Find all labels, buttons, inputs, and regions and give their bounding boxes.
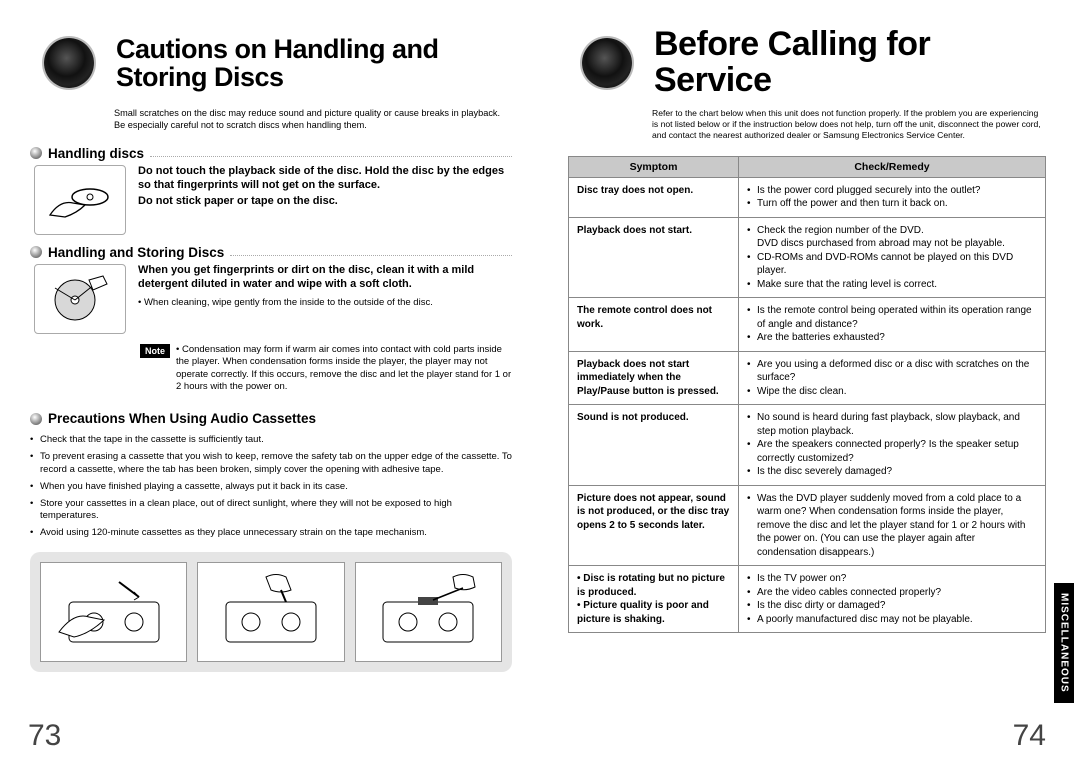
- note-row: Note • Condensation may form if warm air…: [140, 344, 512, 393]
- page-title-left: Cautions on Handling and Storing Discs: [116, 35, 512, 92]
- symptom-cell: The remote control does not work.: [569, 298, 739, 352]
- storing-row: When you get fingerprints or dirt on the…: [30, 264, 512, 334]
- list-item: •When you have finished playing a casset…: [30, 481, 512, 494]
- page-left: Cautions on Handling and Storing Discs S…: [0, 0, 540, 763]
- symptom-cell: • Disc is rotating but no picture is pro…: [569, 566, 739, 633]
- dotted-rule: [230, 248, 512, 256]
- symptom-cell: Disc tray does not open.: [569, 177, 739, 217]
- remedy-cell: •Check the region number of the DVD. DVD…: [739, 217, 1046, 298]
- symptom-cell: Playback does not start immediately when…: [569, 351, 739, 405]
- side-tab: MISCELLANEOUS: [1054, 583, 1074, 703]
- symptom-cell: Playback does not start.: [569, 217, 739, 298]
- intro-left: Small scratches on the disc may reduce s…: [114, 108, 512, 132]
- table-row: The remote control does not work.•Is the…: [569, 298, 1046, 352]
- hand-disc-illustration: [34, 165, 126, 235]
- page-number: 74: [1013, 719, 1046, 753]
- list-item: •Check that the tape in the cassette is …: [30, 434, 512, 447]
- text: Condensation may form if warm air comes …: [176, 344, 511, 392]
- section-title: Handling and Storing Discs: [48, 245, 224, 260]
- table-row: Playback does not start.•Check the regio…: [569, 217, 1046, 298]
- cassette-illustration: [355, 562, 502, 662]
- section-title: Precautions When Using Audio Cassettes: [48, 411, 316, 426]
- note-badge: Note: [140, 344, 170, 358]
- remedy-cell: •Is the remote control being operated wi…: [739, 298, 1046, 352]
- bullet-icon: [30, 246, 42, 258]
- note-text: • Condensation may form if warm air come…: [176, 344, 512, 393]
- table-row: Playback does not start immediately when…: [569, 351, 1046, 405]
- table-row: Disc tray does not open.•Is the power co…: [569, 177, 1046, 217]
- symptom-cell: Picture does not appear, sound is not pr…: [569, 485, 739, 566]
- page-title-right: Before Calling for Service: [654, 27, 1046, 98]
- storing-text: When you get fingerprints or dirt on the…: [138, 264, 512, 310]
- section-storing-discs: Handling and Storing Discs: [30, 245, 512, 260]
- para: When you get fingerprints or dirt on the…: [138, 264, 512, 292]
- handling-row: Do not touch the playback side of the di…: [30, 165, 512, 235]
- table-row: Sound is not produced.•No sound is heard…: [569, 405, 1046, 486]
- section-cassettes: Precautions When Using Audio Cassettes: [30, 411, 512, 426]
- page-number: 73: [28, 719, 61, 753]
- bullet-icon: [30, 413, 42, 425]
- cassette-panel: [30, 552, 512, 672]
- section-title: Handling discs: [48, 146, 144, 161]
- remedy-cell: •Is the power cord plugged securely into…: [739, 177, 1046, 217]
- page-right: Before Calling for Service Refer to the …: [540, 0, 1080, 763]
- speaker-icon: [30, 24, 108, 102]
- para: Do not touch the playback side of the di…: [138, 165, 512, 193]
- section-handling-discs: Handling discs: [30, 146, 512, 161]
- list-item: •Avoid using 120-minute cassettes as the…: [30, 527, 512, 540]
- list-item: •To prevent erasing a cassette that you …: [30, 451, 512, 477]
- header-left: Cautions on Handling and Storing Discs: [30, 24, 512, 102]
- remedy-cell: •Was the DVD player suddenly moved from …: [739, 485, 1046, 566]
- table-row: Picture does not appear, sound is not pr…: [569, 485, 1046, 566]
- text: When cleaning, wipe gently from the insi…: [144, 297, 433, 308]
- intro-right: Refer to the chart below when this unit …: [652, 108, 1046, 142]
- remedy-cell: •Is the TV power on?•Are the video cable…: [739, 566, 1046, 633]
- remedy-cell: •No sound is heard during fast playback,…: [739, 405, 1046, 486]
- subnote: • When cleaning, wipe gently from the in…: [138, 297, 512, 309]
- table-row: • Disc is rotating but no picture is pro…: [569, 566, 1046, 633]
- th-symptom: Symptom: [569, 156, 739, 177]
- list-item: •Store your cassettes in a clean place, …: [30, 498, 512, 524]
- troubleshoot-table: Symptom Check/Remedy Disc tray does not …: [568, 156, 1046, 634]
- cassette-illustration: [197, 562, 344, 662]
- para: Do not stick paper or tape on the disc.: [138, 195, 512, 209]
- wipe-disc-illustration: [34, 264, 126, 334]
- th-remedy: Check/Remedy: [739, 156, 1046, 177]
- symptom-cell: Sound is not produced.: [569, 405, 739, 486]
- bullet-icon: [30, 147, 42, 159]
- cassette-illustration: [40, 562, 187, 662]
- handling-text: Do not touch the playback side of the di…: [138, 165, 512, 209]
- header-right: Before Calling for Service: [568, 24, 1046, 102]
- speaker-icon: [568, 24, 646, 102]
- cassette-list: •Check that the tape in the cassette is …: [30, 434, 512, 540]
- dotted-rule: [150, 149, 512, 157]
- remedy-cell: •Are you using a deformed disc or a disc…: [739, 351, 1046, 405]
